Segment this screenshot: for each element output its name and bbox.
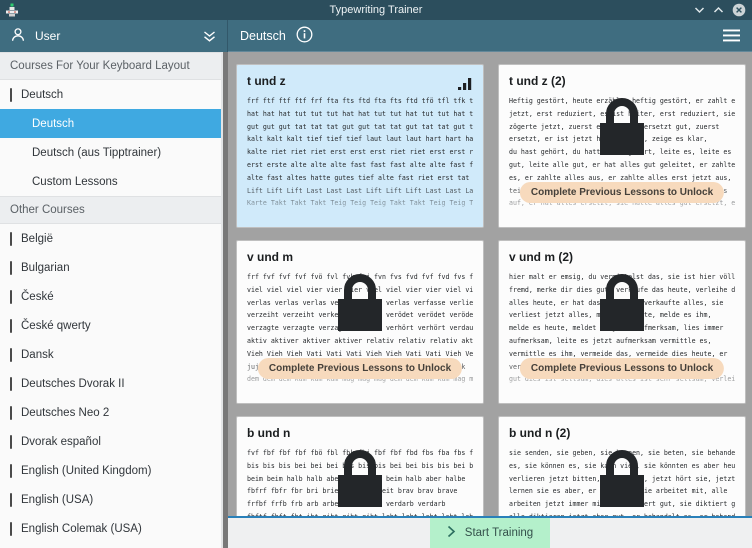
lesson-title: v und m [247,250,473,264]
lesson-card-v-und-m[interactable]: v und m frf fvf fvf fvf fvö fvl fvk fvj … [236,240,484,404]
profile-header[interactable]: User [0,20,228,52]
lock-icon [337,444,383,513]
sidebar-item-dansk[interactable]: Dansk [0,340,223,369]
sidebar-item-english-uk[interactable]: English (United Kingdom) [0,456,223,485]
menu-hamburger-icon[interactable] [723,29,740,42]
sidebar-item-english-usa[interactable]: English (USA) [0,485,223,514]
close-icon[interactable] [732,3,746,17]
sidebar-item-english-dvorak-uk[interactable]: English Dvorak (United Kingdom) [0,543,223,548]
keyboard-icon [10,233,12,245]
keyboard-icon [10,89,12,101]
lesson-title: v und m (2) [509,250,735,264]
locked-badge: Complete Previous Lessons to Unlock [520,182,724,203]
main-pane: t und z frf ftf ftf ftf frf fta fts ftd … [228,52,752,548]
body: Courses For Your Keyboard Layout Deutsch… [0,52,752,548]
lock-icon [337,268,383,337]
sidebar-item-dvorak-espanol[interactable]: Dvorak español [0,427,223,456]
lesson-title: b und n (2) [509,426,735,440]
lesson-title: b und n [247,426,473,440]
maximize-icon[interactable] [713,6,724,14]
lock-icon [599,268,645,337]
keyboard-icon [10,349,12,361]
keyboard-icon [10,291,12,303]
app-icon [5,3,19,17]
lesson-card-b-und-n[interactable]: b und n fvf fbf fbf fbf fbö fbl fbk fbj … [236,416,484,516]
keyboard-icon [10,320,12,332]
sidebar-item-deutsch-tipptrainer[interactable]: Deutsch (aus Tipptrainer) [0,138,223,167]
chevron-right-icon [447,525,456,541]
sidebar-item-ceske[interactable]: České [0,282,223,311]
lesson-grid: t und z frf ftf ftf ftf frf fta fts ftd … [228,52,752,516]
sidebar-item-bulgarian[interactable]: Bulgarian [0,253,223,282]
lock-icon [599,92,645,161]
section-header-other-courses: Other Courses [0,196,223,224]
course-header: Deutsch [228,20,752,52]
keyboard-icon [10,262,12,274]
lesson-preview-text: frf ftf ftf ftf frf fta fts ftd fta fts … [247,95,473,210]
window-controls [694,3,752,17]
minimize-icon[interactable] [694,6,705,14]
lesson-title: t und z (2) [509,74,735,88]
sidebar-item-deutsches-dvorak-2[interactable]: Deutsches Dvorak II [0,369,223,398]
profile-label: User [35,29,60,43]
lock-icon [599,444,645,513]
progress-bars-icon [458,77,472,95]
sidebar-item-deutsch-course[interactable]: Deutsch [0,80,223,109]
locked-badge: Complete Previous Lessons to Unlock [520,358,724,379]
sidebar-item-ceske-qwerty[interactable]: České qwerty [0,311,223,340]
keyboard-icon [10,407,12,419]
start-training-label: Start Training [465,527,533,539]
start-training-button[interactable]: Start Training [430,518,550,548]
collapse-double-chevron-icon[interactable] [202,30,217,43]
sidebar-item-deutsch-selected[interactable]: Deutsch [0,109,223,138]
keyboard-icon [10,465,12,477]
info-icon[interactable] [296,26,313,46]
keyboard-icon [10,378,12,390]
keyboard-icon [10,494,12,506]
course-sidebar: Courses For Your Keyboard Layout Deutsch… [0,52,228,548]
keyboard-icon [10,436,12,448]
user-icon [10,27,26,46]
sidebar-item-belgie[interactable]: België [0,224,223,253]
locked-badge: Complete Previous Lessons to Unlock [258,358,462,379]
footer-bar: Start Training [228,516,752,548]
lesson-card-t-und-z-2[interactable]: t und z (2) Heftig gestört, heute erzähl… [498,64,746,228]
titlebar: Typewriting Trainer [0,0,752,20]
app-window: Typewriting Trainer [0,0,752,548]
header-row: User Deutsch [0,20,752,52]
lesson-card-b-und-n-2[interactable]: b und n (2) sie senden, sie geben, sie k… [498,416,746,516]
window-title: Typewriting Trainer [0,4,752,16]
lesson-card-v-und-m-2[interactable]: v und m (2) hier malt er emsig, du vermi… [498,240,746,404]
sidebar-item-custom-lessons[interactable]: Custom Lessons [0,167,223,196]
sidebar-item-deutsches-neo-2[interactable]: Deutsches Neo 2 [0,398,223,427]
sidebar-item-english-colemak[interactable]: English Colemak (USA) [0,514,223,543]
lesson-card-t-und-z[interactable]: t und z frf ftf ftf ftf frf fta fts ftd … [236,64,484,228]
lesson-title: t und z [247,74,473,88]
course-title: Deutsch [240,29,286,43]
section-header-keyboard-layout: Courses For Your Keyboard Layout [0,52,223,80]
keyboard-icon [10,523,12,535]
